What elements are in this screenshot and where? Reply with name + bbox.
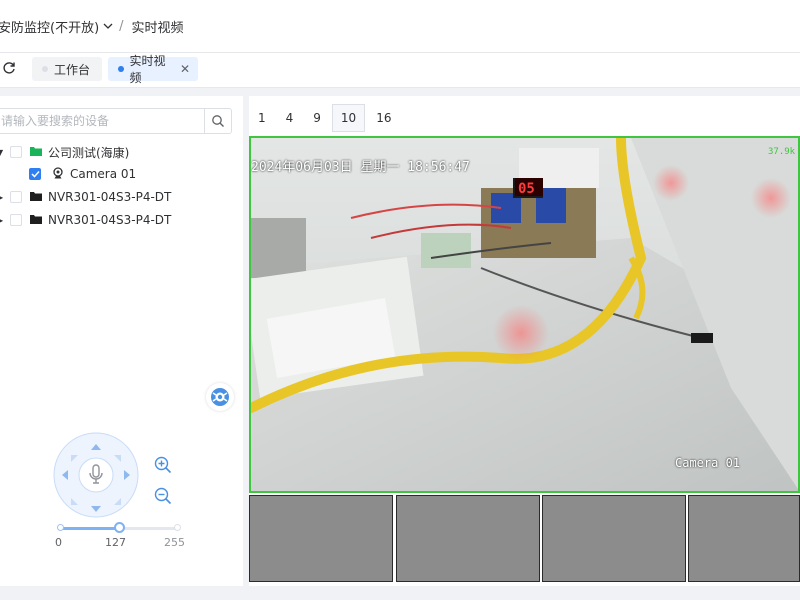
checkbox[interactable] xyxy=(10,146,22,158)
checkbox[interactable] xyxy=(10,214,22,226)
ptz-toggle-button[interactable] xyxy=(206,383,234,411)
folder-green-icon xyxy=(30,145,42,159)
slider-thumb[interactable] xyxy=(113,522,125,533)
webcam-icon xyxy=(52,166,64,182)
tab-workbench[interactable]: 工作台 xyxy=(32,57,102,81)
ptz-upleft-button[interactable] xyxy=(70,449,80,462)
slider-value-label: 127 xyxy=(105,536,126,549)
breadcrumb-item-security[interactable]: 安防监控(不开放) xyxy=(0,17,99,36)
layout-option[interactable]: 4 xyxy=(277,104,303,132)
video-cell-empty[interactable] xyxy=(396,495,540,582)
device-search xyxy=(0,108,232,134)
ptz-right-button[interactable] xyxy=(122,467,134,483)
chevron-down-icon[interactable] xyxy=(103,20,113,33)
tree-node-nvr[interactable]: ▶ NVR301-04S3-P4-DT xyxy=(0,187,171,207)
video-cell-empty[interactable] xyxy=(688,495,800,582)
microphone-icon[interactable] xyxy=(86,463,106,487)
close-icon[interactable]: ✕ xyxy=(180,62,190,76)
slider-min-label: 0 xyxy=(55,536,62,549)
caret-right-icon[interactable]: ▶ xyxy=(0,216,3,225)
tab-bar: 工作台 实时视频 ✕ xyxy=(0,53,800,88)
folder-black-icon xyxy=(30,190,42,204)
slider-fill xyxy=(60,527,119,530)
slider-max-label: 255 xyxy=(164,536,185,549)
ptz-left-button[interactable] xyxy=(58,467,70,483)
tab-inactive-dot xyxy=(42,66,48,72)
lifebuoy-icon xyxy=(211,388,229,406)
tab-label: 工作台 xyxy=(54,62,91,77)
ptz-up-button[interactable] xyxy=(88,437,104,450)
tab-live-video[interactable]: 实时视频 ✕ xyxy=(108,54,198,85)
video-osd-timestamp: 2024年06月03日 星期一 18:56:47 xyxy=(251,160,470,175)
tree-node-label: Camera 01 xyxy=(70,167,137,181)
checkbox[interactable] xyxy=(10,191,22,203)
tree-node-label: 公司测试(海康) xyxy=(48,145,130,160)
breadcrumb-separator: / xyxy=(119,18,124,34)
breadcrumb-bar: 安防监控(不开放) / 实时视频 xyxy=(0,0,800,53)
video-osd-camera-name: Camera 01 xyxy=(675,456,741,470)
refresh-icon[interactable] xyxy=(2,61,16,79)
layout-option[interactable]: 9 xyxy=(304,104,330,132)
video-cell-empty[interactable] xyxy=(249,495,393,582)
tree-node-nvr[interactable]: ▶ NVR301-04S3-P4-DT xyxy=(0,210,171,230)
ptz-speed-slider[interactable] xyxy=(57,522,181,533)
layout-option[interactable]: 1 xyxy=(249,104,275,132)
main-video-window[interactable]: 05 2024年06月03日 星期一 18:56:47 37.9k Camera… xyxy=(249,136,800,493)
video-osd-bitrate: 37.9k xyxy=(768,147,796,157)
svg-text:05: 05 xyxy=(518,181,535,197)
ptz-down-button[interactable] xyxy=(88,501,104,513)
checkbox-checked[interactable] xyxy=(29,168,41,180)
tab-label: 实时视频 xyxy=(129,54,166,85)
tree-node-label: NVR301-04S3-P4-DT xyxy=(48,213,172,227)
layout-selector: 1 4 9 10 16 xyxy=(249,104,402,132)
ptz-upright-button[interactable] xyxy=(112,449,122,462)
folder-black-icon xyxy=(30,213,42,227)
tree-node-camera[interactable]: Camera 01 xyxy=(0,164,136,184)
layout-option[interactable]: 16 xyxy=(367,104,400,132)
tab-active-dot xyxy=(118,66,124,72)
caret-right-icon[interactable]: ▶ xyxy=(0,193,3,202)
breadcrumb-item-current: 实时视频 xyxy=(131,20,184,36)
caret-down-icon[interactable]: ▼ xyxy=(0,148,3,157)
page-bottom xyxy=(0,590,800,600)
camera-feed-image: 05 xyxy=(251,138,798,491)
slider-start-dot xyxy=(57,524,64,531)
video-cell-empty[interactable] xyxy=(542,495,686,582)
ptz-downleft-button[interactable] xyxy=(70,491,80,505)
ptz-direction-pad xyxy=(52,431,140,519)
layout-option-selected[interactable]: 10 xyxy=(331,104,366,132)
tree-node-label: NVR301-04S3-P4-DT xyxy=(48,190,172,204)
ptz-downright-button[interactable] xyxy=(112,491,122,505)
tree-node-company[interactable]: ▼ 公司测试(海康) xyxy=(0,142,129,162)
search-icon[interactable] xyxy=(204,109,231,133)
zoom-in-icon[interactable] xyxy=(154,456,172,474)
device-search-input[interactable] xyxy=(0,109,203,133)
slider-end-dot xyxy=(174,524,181,531)
zoom-out-icon[interactable] xyxy=(154,487,172,505)
